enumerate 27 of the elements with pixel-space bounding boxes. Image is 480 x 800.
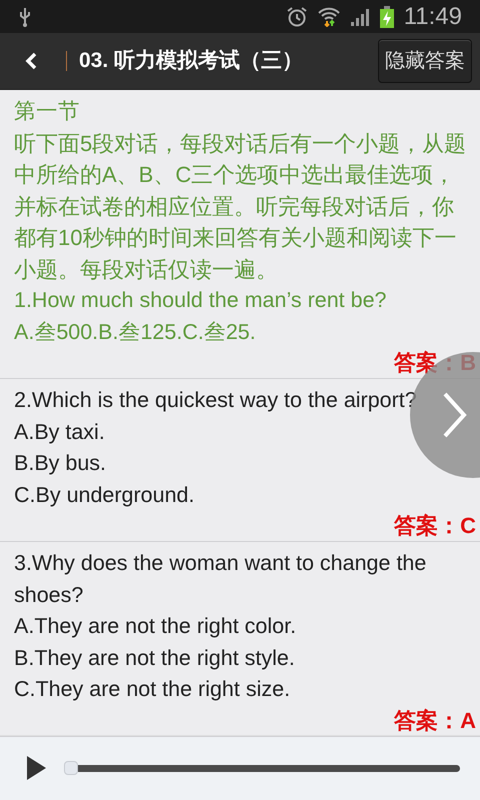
hide-answers-button[interactable]: 隐藏答案	[378, 39, 472, 83]
back-icon[interactable]	[24, 51, 38, 71]
screen-title: 03. 听力模拟考试（三）	[79, 48, 304, 74]
question-text: 2.Which is the quickest way to the airport?	[14, 387, 417, 414]
option-text: B.By bus.	[14, 450, 106, 477]
option-text: C.By underground.	[14, 482, 194, 508]
seek-thumb[interactable]	[64, 761, 78, 775]
option-text: B.They are not the right style.	[14, 644, 295, 672]
play-icon[interactable]	[26, 755, 46, 781]
option-text: A.叁500.B.叁125.C.叁25.	[14, 318, 256, 346]
option-text: C.They are not the right size.	[14, 676, 290, 703]
instructions-text: 听下面5段对话，每段对话后有一个小题，从题中所给的A、B、C三个选项中选出最佳选项，并标在试卷的相应位置。听完每段对话后，你都有10秒钟的时间来回答有关小题和阅读下一小题。每段对话仅读一遍。	[14, 130, 468, 284]
question-text: 3.Why does the woman want to change the shoes?	[14, 550, 428, 608]
option-text: A.By taxi.	[14, 418, 105, 446]
section-heading: 第一节	[14, 98, 80, 125]
chevron-right-icon	[442, 391, 468, 439]
question-text: 1.How much should the man’s rent be?	[14, 287, 386, 314]
answer-text: 答案：C	[394, 512, 476, 540]
usb-icon	[18, 6, 32, 26]
status-time: 11:49	[404, 2, 462, 32]
seek-track[interactable]	[78, 764, 460, 772]
signal-icon	[350, 8, 370, 26]
answer-text: 答案：A	[394, 706, 476, 734]
option-text: A.They are not the right color.	[14, 613, 296, 640]
battery-charging-icon	[380, 6, 394, 28]
alarm-clock-icon	[286, 6, 308, 28]
wifi-icon	[318, 6, 340, 26]
